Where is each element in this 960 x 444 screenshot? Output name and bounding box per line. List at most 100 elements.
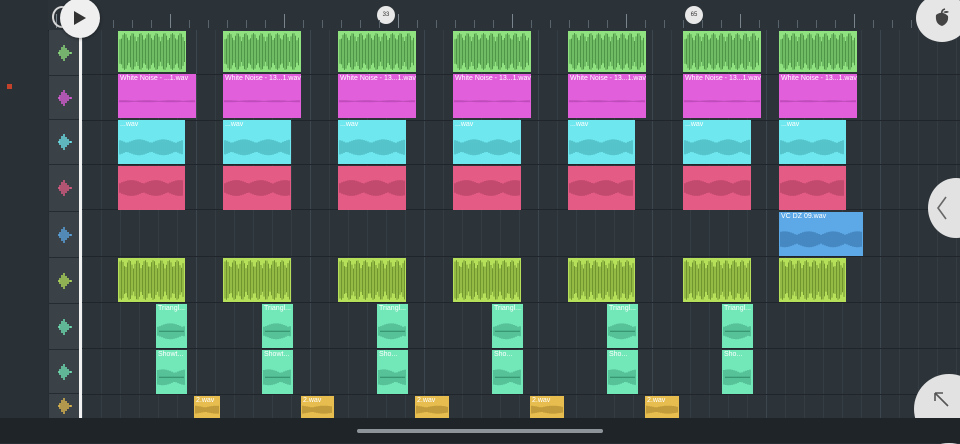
- audio-clip[interactable]: Sho...: [607, 350, 638, 394]
- audio-clip[interactable]: [223, 166, 291, 210]
- audio-clip[interactable]: [453, 258, 521, 302]
- audio-clip[interactable]: White Noise - 13...1.wav: [568, 74, 646, 118]
- grid-line: [557, 30, 558, 418]
- clip-waveform: [339, 33, 414, 70]
- waveform-icon: [58, 134, 72, 150]
- audio-clip[interactable]: White Noise - 13...1.wav: [779, 74, 857, 118]
- grid-line: [310, 30, 311, 418]
- audio-clip[interactable]: [338, 166, 406, 210]
- audio-clip[interactable]: White Noise - 13...1.wav: [453, 74, 531, 118]
- audio-clip[interactable]: [568, 258, 635, 302]
- audio-clip[interactable]: Sho...: [492, 350, 523, 394]
- audio-clip[interactable]: [568, 166, 635, 210]
- ruler-tick: [569, 20, 570, 28]
- audio-clip[interactable]: ...wav: [683, 120, 751, 164]
- ruler-tick: [208, 20, 209, 28]
- clip-label: 2.wav: [647, 397, 666, 404]
- row-divider: [82, 348, 960, 349]
- audio-clip[interactable]: 2.wav: [301, 396, 334, 418]
- grid-line: [101, 30, 102, 418]
- audio-clip[interactable]: ...wav: [223, 120, 291, 164]
- audio-clip[interactable]: Showt...: [156, 350, 187, 394]
- audio-clip[interactable]: [338, 31, 416, 72]
- track-header-8[interactable]: [49, 350, 81, 394]
- audio-clip[interactable]: Triangl...: [607, 304, 638, 348]
- audio-clip[interactable]: White Noise - 13...1.wav: [223, 74, 301, 118]
- clip-label: VC DZ 09.wav: [781, 213, 827, 220]
- audio-clip[interactable]: Sho...: [722, 350, 753, 394]
- audio-clip[interactable]: [779, 31, 857, 72]
- audio-clip[interactable]: 2.wav: [194, 396, 220, 418]
- clip-waveform: [454, 33, 529, 70]
- audio-clip[interactable]: [683, 166, 751, 210]
- home-indicator[interactable]: [357, 429, 603, 433]
- audio-clip[interactable]: [223, 258, 291, 302]
- clip-label: 2.wav: [417, 397, 436, 404]
- audio-clip[interactable]: [338, 258, 406, 302]
- row-divider: [82, 164, 960, 165]
- track-header-2[interactable]: [49, 76, 81, 120]
- audio-clip[interactable]: [453, 31, 531, 72]
- audio-clip[interactable]: 2.wav: [530, 396, 564, 418]
- audio-clip[interactable]: ...wav: [338, 120, 406, 164]
- audio-clip[interactable]: ...wav: [779, 120, 846, 164]
- timeline-ruler[interactable]: 33 65: [48, 0, 960, 31]
- audio-clip[interactable]: White Noise - 13...1.wav: [338, 74, 416, 118]
- playhead-line[interactable]: [79, 0, 82, 418]
- ruler-tick: [322, 20, 323, 28]
- clip-label: ...wav: [455, 121, 474, 128]
- clip-waveform: [569, 260, 634, 300]
- audio-clip[interactable]: White Noise - ...1.wav: [118, 74, 196, 118]
- grid-line: [538, 30, 539, 418]
- ruler-tick: [284, 14, 285, 28]
- audio-clip[interactable]: White Noise - 13...1.wav: [683, 74, 761, 118]
- audio-clip[interactable]: Triangl...: [377, 304, 408, 348]
- grid-line: [82, 30, 83, 418]
- bar-marker-65[interactable]: 65: [685, 6, 703, 24]
- audio-clip[interactable]: ...wav: [453, 120, 521, 164]
- audio-clip[interactable]: 2.wav: [645, 396, 679, 418]
- clip-label: Triangl...: [609, 305, 636, 312]
- audio-clip[interactable]: Triangl...: [262, 304, 293, 348]
- audio-clip[interactable]: [118, 258, 185, 302]
- clip-waveform: [224, 180, 290, 196]
- audio-clip[interactable]: [453, 166, 521, 210]
- audio-clip[interactable]: [683, 258, 751, 302]
- audio-clip[interactable]: [568, 31, 646, 72]
- waveform-icon: [58, 226, 72, 243]
- clip-waveform: [684, 180, 750, 196]
- track-header-7[interactable]: [49, 304, 81, 350]
- track-header-5[interactable]: [49, 212, 81, 258]
- audio-clip[interactable]: Triangl...: [492, 304, 523, 348]
- audio-clip[interactable]: ...wav: [118, 120, 185, 164]
- track-header-9[interactable]: [49, 394, 81, 419]
- audio-clip[interactable]: Triangl...: [156, 304, 187, 348]
- track-header-6[interactable]: [49, 258, 81, 304]
- ruler-tick: [132, 20, 133, 28]
- audio-clip[interactable]: [683, 31, 761, 72]
- audio-clip[interactable]: [779, 166, 846, 210]
- ruler-tick: [360, 20, 361, 28]
- audio-clip[interactable]: VC DZ 09.wav: [779, 212, 863, 256]
- row-divider: [82, 302, 960, 303]
- audio-clip[interactable]: 2.wav: [415, 396, 449, 418]
- clip-waveform: [780, 180, 844, 196]
- clip-label: White Noise - 13...1.wav: [685, 75, 761, 82]
- waveform-icon: [58, 180, 72, 196]
- audio-clip[interactable]: [118, 166, 185, 210]
- audio-clip[interactable]: Showt...: [262, 350, 293, 394]
- grid-line: [196, 30, 197, 418]
- waveform-icon: [58, 398, 72, 414]
- audio-clip[interactable]: Sho...: [377, 350, 408, 394]
- ruler-tick: [246, 20, 247, 28]
- waveform-icon: [58, 272, 72, 289]
- track-header-4[interactable]: [49, 165, 81, 212]
- track-header-3[interactable]: [49, 120, 81, 165]
- audio-clip[interactable]: ...wav: [568, 120, 635, 164]
- audio-clip[interactable]: Triangl...: [722, 304, 753, 348]
- audio-clip[interactable]: [118, 31, 186, 72]
- audio-clip[interactable]: [223, 31, 301, 72]
- audio-clip[interactable]: [779, 258, 846, 302]
- clip-label: Showt...: [158, 351, 184, 358]
- arrow-up-left-icon: [934, 392, 949, 407]
